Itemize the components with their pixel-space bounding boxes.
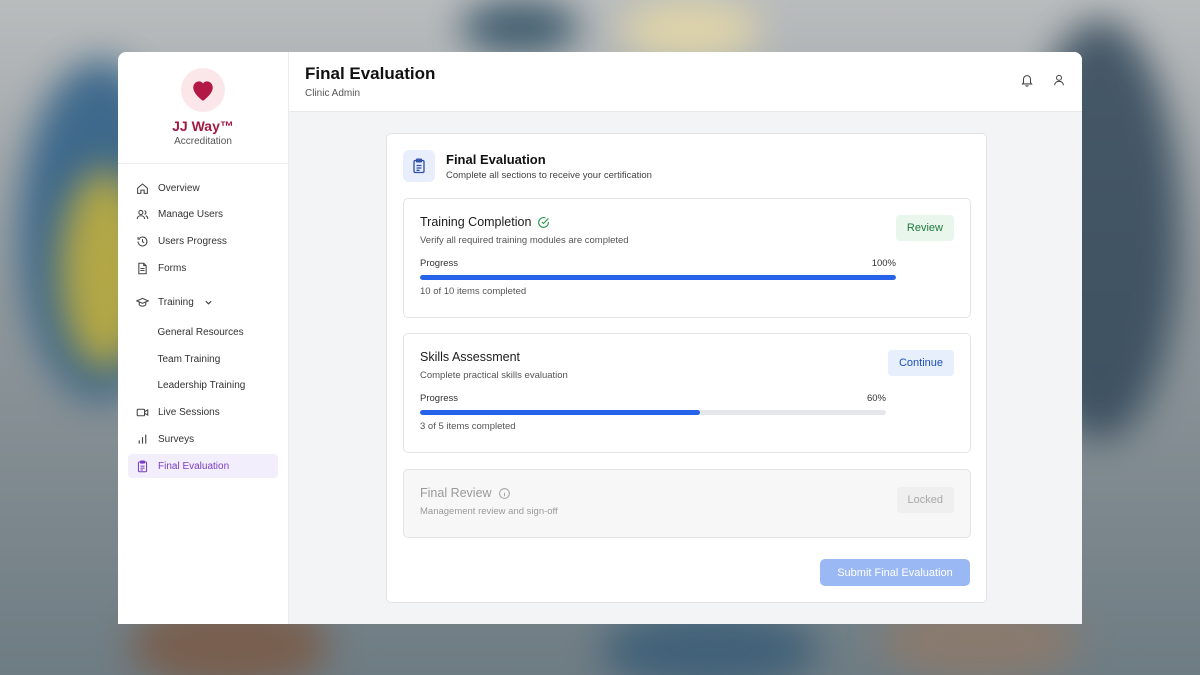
check-circle-icon: [538, 216, 550, 228]
sidebar-item-label: Leadership Training: [157, 380, 246, 392]
sidebar-item-label: Users Progress: [158, 236, 227, 248]
sidebar-item-team-training[interactable]: Team Training: [128, 347, 278, 371]
sidebar: JJ Way™ Accreditation Overview Manage Us…: [118, 52, 289, 624]
content: Final Evaluation Complete all sections t…: [289, 112, 1082, 624]
sidebar-item-final-evaluation[interactable]: Final Evaluation: [128, 454, 278, 479]
main-area: Final Evaluation Clinic Admin Final Eval…: [289, 52, 1082, 624]
progress-label: Progress: [420, 258, 459, 269]
sidebar-item-label: Team Training: [157, 353, 221, 365]
progress-bar: [420, 410, 886, 415]
sidebar-item-live-sessions[interactable]: Live Sessions: [128, 401, 278, 425]
evaluation-card: Final Evaluation Complete all sections t…: [386, 133, 987, 603]
progress-fill: [420, 410, 700, 415]
history-icon: [137, 236, 148, 247]
sidebar-item-label: Forms: [158, 262, 187, 274]
user-icon[interactable]: [1052, 73, 1066, 87]
section-skills-assessment: Skills Assessment Complete practical ski…: [403, 333, 971, 453]
sidebar-item-label: Overview: [158, 182, 200, 194]
progress-bar: [420, 275, 896, 280]
clipboard-icon: [403, 150, 435, 182]
sidebar-item-leadership-training[interactable]: Leadership Training: [128, 374, 278, 398]
items-completed: 3 of 5 items completed: [420, 421, 516, 432]
sidebar-item-label: Manage Users: [158, 209, 224, 221]
top-bar: Final Evaluation Clinic Admin: [289, 52, 1082, 112]
section-training-completion: Training Completion Verify all required …: [403, 198, 971, 318]
bar-chart-icon: [138, 434, 147, 444]
section-description: Complete practical skills evaluation: [420, 370, 568, 381]
info-icon: [498, 487, 510, 499]
users-icon: [136, 210, 149, 220]
sidebar-item-label: Live Sessions: [158, 407, 220, 419]
brand-subtitle: Accreditation: [174, 136, 232, 147]
locked-button: Locked: [896, 487, 954, 513]
sidebar-item-forms[interactable]: Forms: [128, 256, 278, 280]
sidebar-item-surveys[interactable]: Surveys: [128, 428, 278, 452]
section-description: Verify all required training modules are…: [420, 235, 629, 246]
heart-logo-icon: [181, 68, 225, 112]
sidebar-item-label: General Resources: [157, 326, 244, 338]
video-icon: [136, 409, 149, 417]
progress-fill: [420, 275, 896, 280]
bell-icon[interactable]: [1020, 73, 1034, 87]
card-title: Final Evaluation: [446, 151, 546, 167]
section-title: Training Completion: [420, 215, 532, 229]
brand-name: JJ Way™: [172, 118, 234, 134]
section-title: Skills Assessment: [420, 350, 521, 364]
section-final-review: Final Review Management review and sign-…: [403, 469, 971, 538]
card-subtitle: Complete all sections to receive your ce…: [446, 169, 652, 181]
submit-final-evaluation-button[interactable]: Submit Final Evaluation: [820, 559, 970, 586]
progress-percent: 100%: [871, 258, 896, 269]
graduation-cap-icon: [136, 297, 149, 307]
document-icon: [138, 262, 147, 275]
sidebar-item-label: Surveys: [158, 434, 195, 446]
clipboard-icon: [137, 460, 148, 473]
sidebar-item-label: Final Evaluation: [158, 460, 230, 472]
progress-label: Progress: [420, 393, 459, 404]
home-icon: [137, 182, 148, 194]
items-completed: 10 of 10 items completed: [420, 286, 527, 297]
chevron-down-icon: [205, 300, 212, 305]
page-subtitle: Clinic Admin: [305, 88, 361, 99]
section-title: Final Review: [420, 486, 492, 500]
sidebar-item-manage-users[interactable]: Manage Users: [128, 203, 278, 227]
progress-percent: 60%: [866, 393, 886, 404]
sidebar-item-general-resources[interactable]: General Resources: [128, 320, 278, 344]
sidebar-item-users-progress[interactable]: Users Progress: [128, 230, 278, 254]
sidebar-item-training[interactable]: Training: [128, 290, 278, 314]
review-button[interactable]: Review: [895, 215, 954, 241]
section-description: Management review and sign-off: [420, 506, 558, 517]
sidebar-item-label: Training: [158, 296, 194, 308]
brand: JJ Way™ Accreditation: [118, 52, 288, 164]
continue-button[interactable]: Continue: [887, 350, 954, 376]
app-window: JJ Way™ Accreditation Overview Manage Us…: [118, 52, 1082, 624]
sidebar-item-overview[interactable]: Overview: [128, 176, 278, 200]
sidebar-nav: Overview Manage Users Users Progress For…: [118, 164, 288, 481]
page-title: Final Evaluation: [305, 64, 436, 83]
